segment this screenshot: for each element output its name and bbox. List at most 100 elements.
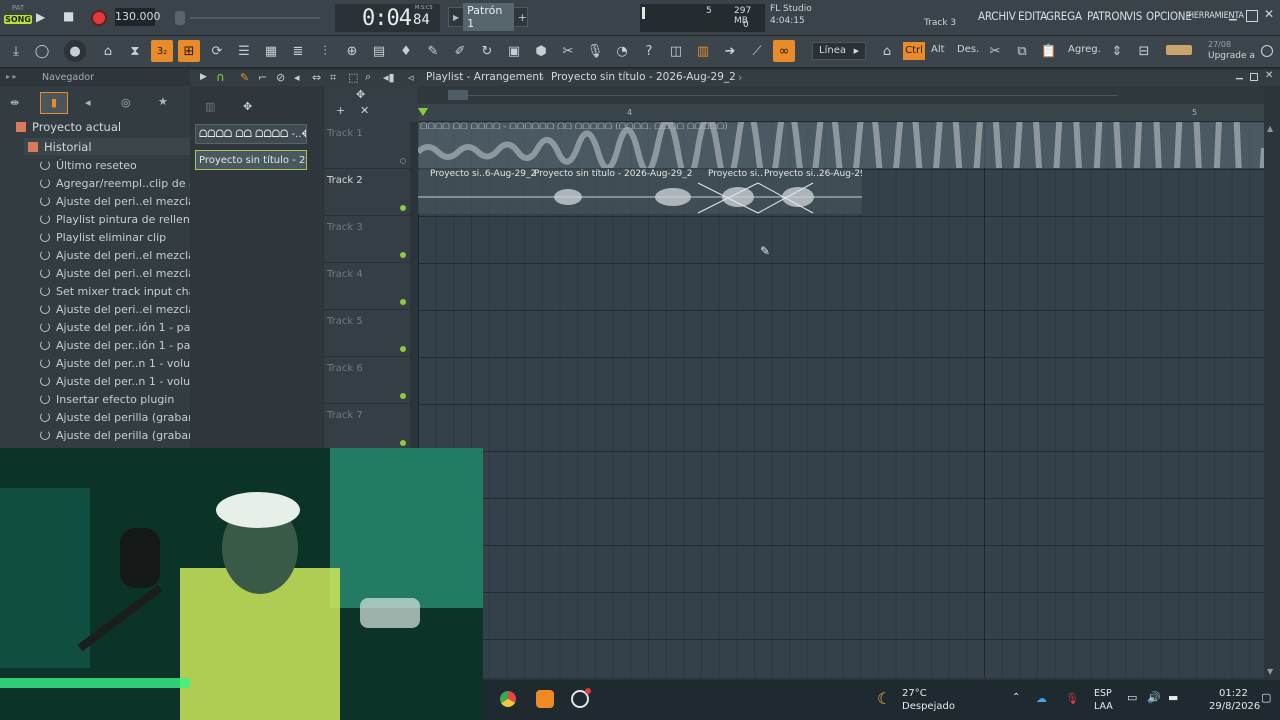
master-volume-knob[interactable] (175, 11, 185, 25)
playhead-marker[interactable] (418, 108, 428, 116)
cpu-icon[interactable]: ◯ (31, 40, 53, 62)
add-pattern-icon[interactable]: + (518, 11, 527, 24)
audio-clip[interactable]: Proyecto si..6-Aug-29_2 Proyecto sin tít… (418, 169, 862, 214)
select-icon[interactable]: ⬚ (348, 71, 358, 84)
track-mute-led[interactable] (400, 393, 406, 399)
lang-layout[interactable]: LAA (1094, 701, 1113, 712)
microphone-icon[interactable]: 🎙 (1065, 692, 1079, 705)
wait-input-icon[interactable]: ⧗ (124, 40, 146, 62)
slice-icon[interactable]: ⌗ (330, 71, 336, 85)
battery-icon[interactable]: ▬ (1168, 691, 1178, 704)
track-header[interactable]: Track 5 (324, 310, 410, 357)
add-track-icon[interactable]: + (336, 104, 345, 117)
news-bar[interactable] (1166, 45, 1192, 55)
channel-drag-icon[interactable]: ✥ (302, 129, 306, 140)
lang-code[interactable]: ESP (1094, 688, 1112, 699)
history-item[interactable]: Ajuste del per..ión 1 - paneo) (40, 336, 215, 354)
mute-icon[interactable]: ◂ (294, 71, 300, 84)
history-item[interactable]: Insertar efecto plugin (40, 390, 174, 408)
pencil-icon[interactable]: ✐ (449, 40, 471, 62)
play-button[interactable]: ▶ (36, 10, 52, 26)
chevron-up-icon[interactable]: ⌃ (1012, 692, 1020, 703)
chrome-icon[interactable] (500, 691, 516, 707)
audio-clip[interactable]: ᗝᗝᗝᗝ ᗝᗝ ᗝᗝᗝᗝ - ᗝᗝᗝᗝᗝᗝ ᗝᗝ ᗝᗝᗝᗝᗝ (ᗝᗝᗝᗝ. ᗝᗝ… (418, 122, 1264, 168)
help-icon[interactable]: ? (638, 40, 660, 62)
alt-button[interactable]: Alt (931, 44, 945, 55)
volume-icon[interactable]: 🔊 (1147, 691, 1161, 704)
notification-icon[interactable]: ▢ (1261, 691, 1271, 704)
piano-roll-icon[interactable]: ▦ (260, 40, 282, 62)
ctrl-button[interactable]: Ctrl (903, 42, 925, 60)
channel-filter-icon[interactable]: ▥ (205, 100, 215, 113)
track-mute-led[interactable] (400, 299, 406, 305)
zoom-icon[interactable]: ⌕ (365, 70, 371, 84)
history-item[interactable]: Ajuste del per..ión 1 - paneo) (40, 318, 215, 336)
scissors-icon[interactable]: ✂ (984, 40, 1006, 62)
cut-icon[interactable]: ✂ (557, 40, 579, 62)
track-header[interactable]: Track 3 (324, 216, 410, 263)
channel-move-icon[interactable]: ✥ (243, 100, 252, 113)
right-scrollbar[interactable]: ▲ ▼ (1264, 122, 1280, 678)
refresh-icon[interactable]: ↻ (476, 40, 498, 62)
track-mute-led[interactable] (400, 158, 406, 164)
track-header[interactable]: Track 7 (324, 404, 410, 451)
cloud-icon[interactable]: ☁ (1036, 692, 1047, 705)
copy-icon[interactable]: ⧉ (1011, 40, 1033, 62)
channel-item-selected[interactable]: Proyecto sin título - 2.. ✥ (195, 150, 307, 170)
minimize-icon[interactable]: ▁ (1229, 10, 1241, 22)
channel-rack-icon[interactable]: ≣ (287, 40, 309, 62)
plugin-db-icon[interactable]: ♦ (395, 40, 417, 62)
close-icon[interactable]: ✕ (1264, 7, 1274, 21)
step-edit-icon[interactable]: ⊞ (178, 40, 200, 62)
restore-icon[interactable] (1246, 10, 1258, 22)
history-item[interactable]: Ajuste del perilla (grabar) (40, 426, 197, 444)
plugin-picker-icon[interactable]: ⊕ (341, 40, 363, 62)
track-header[interactable]: Track 4 (324, 263, 410, 310)
playlist-play-icon[interactable]: ▶ (200, 72, 207, 82)
overview-thumb[interactable] (448, 90, 468, 100)
cart-icon[interactable]: ⊟ (1133, 40, 1155, 62)
paste-icon[interactable]: 📋 (1038, 40, 1060, 62)
link-icon[interactable]: ∞ (773, 40, 795, 62)
touch-controller-icon[interactable]: ✎ (422, 40, 444, 62)
scroll-down-icon[interactable]: ▼ (1267, 667, 1273, 676)
upgrade-link[interactable]: Upgrade a (1208, 51, 1255, 61)
scroll-up-icon[interactable]: ▲ (1267, 124, 1273, 133)
clock-date[interactable]: 29/8/2026 (1209, 701, 1260, 712)
vertical-slider-icon[interactable]: ⇕ (1106, 40, 1128, 62)
browser-icon[interactable]: ▤ (368, 40, 390, 62)
menu-edit[interactable]: EDITA (1018, 9, 1047, 23)
playlist-close-icon[interactable]: ✕ (1265, 70, 1273, 81)
tempo-display[interactable]: 130.000 (115, 8, 161, 26)
paint-roller-icon[interactable]: ⌐ (258, 71, 267, 84)
track-header[interactable]: Track 6 (324, 357, 410, 404)
track-mute-led[interactable] (400, 440, 406, 446)
menu-patterns[interactable]: PATRON (1087, 9, 1127, 23)
chat-icon[interactable]: ◔ (611, 40, 633, 62)
loop-record-icon[interactable]: ⟳ (206, 40, 228, 62)
delete-icon[interactable]: ⊘ (276, 71, 285, 84)
display-icon[interactable]: ▭ (1127, 691, 1137, 704)
arrow-right-icon[interactable]: ➜ (719, 40, 741, 62)
browser-nav-arrows-icon[interactable]: ▸ ▸ (6, 72, 17, 81)
playlist-restore-icon[interactable] (1250, 73, 1258, 81)
history-item[interactable]: Último reseteo (40, 156, 137, 174)
overview-scrollbar[interactable] (418, 86, 1264, 104)
track-mute-led[interactable] (400, 205, 406, 211)
track-header[interactable]: Track 2 (324, 169, 410, 216)
brush-icon[interactable]: ⟋ (746, 40, 768, 62)
song-pat-toggle[interactable]: PAT SONG (4, 4, 32, 30)
master-slider[interactable] (190, 17, 320, 19)
history-item[interactable]: Ajuste del perilla (grabar) (40, 408, 197, 426)
hat-icon[interactable]: ⌂ (876, 40, 898, 62)
keyboard-icon[interactable]: ▥ (692, 40, 714, 62)
track-header[interactable]: Track 1 (324, 122, 410, 169)
track-mute-led[interactable] (400, 346, 406, 352)
snap-selector[interactable]: Línea ▶ (812, 42, 866, 60)
browser-tab-sound-icon[interactable]: ◂ (85, 96, 91, 109)
browser-tab-star-icon[interactable]: ★ (158, 95, 168, 108)
edison-icon[interactable]: ⬢ (530, 40, 552, 62)
stop-button[interactable]: ■ (63, 9, 79, 25)
playlist-icon[interactable]: ☰ (233, 40, 255, 62)
save-icon[interactable]: ▣ (503, 40, 525, 62)
